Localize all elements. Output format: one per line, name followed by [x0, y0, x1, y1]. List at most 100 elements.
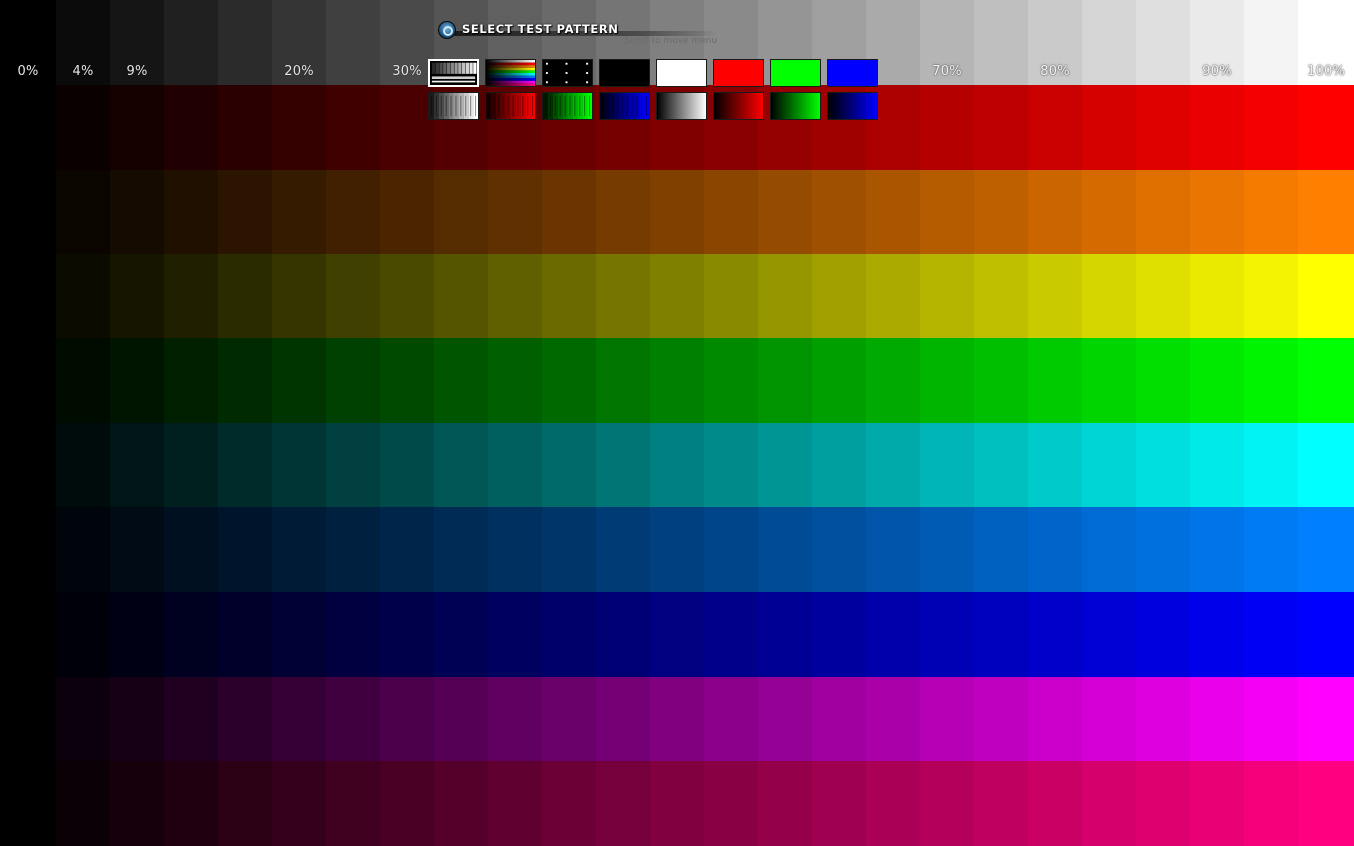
thumbnail-red[interactable]: [713, 59, 764, 87]
thumbnail-white[interactable]: [656, 59, 707, 87]
level-cell: [920, 423, 974, 507]
level-cell: [272, 170, 326, 254]
level-cell: [596, 677, 650, 761]
thumbnail-blue-ramp-steps[interactable]: [599, 92, 650, 120]
level-cell: [218, 423, 272, 507]
level-cell: [434, 677, 488, 761]
level-cell: [596, 507, 650, 592]
level-cell: [488, 677, 542, 761]
level-cell: [758, 170, 812, 254]
level-cell: [272, 507, 326, 592]
thumbnail-blue-gradient[interactable]: [827, 92, 878, 120]
level-cell: [866, 338, 920, 423]
level-cell: [326, 677, 380, 761]
gray-gradient-preview-icon: [657, 93, 706, 119]
level-cell: [1190, 254, 1244, 338]
level-cell: [1244, 677, 1298, 761]
level-cell: [974, 677, 1028, 761]
level-cell: [542, 677, 596, 761]
level-cell: [218, 338, 272, 423]
level-label: 9%: [126, 64, 148, 79]
thumbnail-blue[interactable]: [827, 59, 878, 87]
level-cell: [326, 507, 380, 592]
level-cell: [974, 507, 1028, 592]
thumbnail-grayscale-steps[interactable]: [428, 59, 479, 87]
level-cell: [56, 677, 110, 761]
level-cell: [974, 423, 1028, 507]
level-cell: [1298, 85, 1354, 170]
level-cell: [596, 761, 650, 846]
thumbnail-red-ramp-steps[interactable]: [485, 92, 536, 120]
thumbnail-dots[interactable]: [542, 59, 593, 87]
level-cell: [650, 338, 704, 423]
menu-header[interactable]: SELECT TEST PATTERN Scroll to move menu: [434, 20, 718, 46]
black-preview-icon: [600, 60, 649, 86]
thumbnail-green[interactable]: [770, 59, 821, 87]
level-cell: [326, 254, 380, 338]
thumbnail-green-ramp-steps[interactable]: [542, 92, 593, 120]
green-preview-icon: [771, 60, 820, 86]
level-cell: [866, 423, 920, 507]
thumbnail-green-gradient[interactable]: [770, 92, 821, 120]
level-cell: [326, 338, 380, 423]
thumbnail-color-bars[interactable]: [485, 59, 536, 87]
level-cell: [542, 170, 596, 254]
level-cell: [380, 592, 434, 677]
level-cell: [596, 592, 650, 677]
level-cell: [758, 677, 812, 761]
thumbnail-gray-gradient[interactable]: [656, 92, 707, 120]
level-cell: [542, 761, 596, 846]
thumbnail-black[interactable]: [599, 59, 650, 87]
level-cell: [0, 592, 56, 677]
level-cell: [1028, 592, 1082, 677]
red-preview-icon: [714, 60, 763, 86]
level-cell: [866, 170, 920, 254]
level-cell: [1082, 338, 1136, 423]
level-cell: [326, 423, 380, 507]
level-label: 0%: [17, 64, 39, 79]
level-cell: [1136, 423, 1190, 507]
level-cell: [596, 423, 650, 507]
level-cell: [1028, 85, 1082, 170]
green-ramp-steps-preview-icon: [543, 93, 592, 119]
level-cell: [272, 761, 326, 846]
level-cell: [164, 338, 218, 423]
level-cell: [0, 85, 56, 170]
level-cell: [812, 592, 866, 677]
thumbnail-gray-ramp-steps[interactable]: [428, 92, 479, 120]
level-cell: [380, 507, 434, 592]
level-cell: [56, 254, 110, 338]
level-cell: [1244, 254, 1298, 338]
level-cell: [974, 338, 1028, 423]
level-cell: [1136, 254, 1190, 338]
level-cell: [920, 254, 974, 338]
level-cell: [56, 170, 110, 254]
level-cell: [1028, 170, 1082, 254]
thumbnail-red-gradient[interactable]: [713, 92, 764, 120]
level-cell: [56, 85, 110, 170]
test-pattern-menu[interactable]: SELECT TEST PATTERN Scroll to move menu: [426, 18, 882, 124]
level-cell: [1244, 761, 1298, 846]
level-cell: [110, 761, 164, 846]
level-cell: [380, 677, 434, 761]
level-cell: [1136, 677, 1190, 761]
level-cell: [974, 85, 1028, 170]
level-cell: [488, 423, 542, 507]
level-cell: [704, 761, 758, 846]
level-cell: [488, 592, 542, 677]
level-cell: [434, 592, 488, 677]
level-cell: [1136, 170, 1190, 254]
level-cell: [488, 338, 542, 423]
menu-title: SELECT TEST PATTERN: [462, 22, 619, 36]
level-cell: [110, 170, 164, 254]
level-cell: [1082, 423, 1136, 507]
level-cell: [1190, 507, 1244, 592]
level-cell: [812, 677, 866, 761]
level-cell: [812, 423, 866, 507]
level-cell: [650, 423, 704, 507]
level-cell: [1190, 761, 1244, 846]
level-cell: [1298, 170, 1354, 254]
level-cell: [326, 592, 380, 677]
level-cell: [0, 423, 56, 507]
level-cell: [758, 254, 812, 338]
